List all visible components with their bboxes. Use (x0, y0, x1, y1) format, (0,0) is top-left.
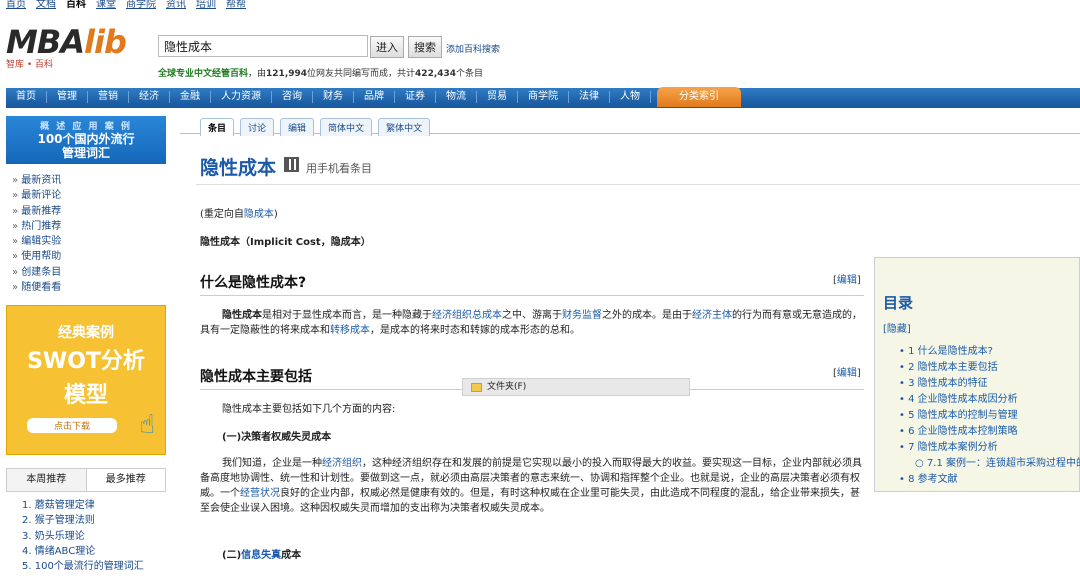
qr-code-icon[interactable] (284, 157, 299, 172)
nav-people[interactable]: 人物 (610, 90, 651, 103)
tab-most-recommend[interactable]: 最多推荐 (85, 469, 165, 491)
sidebar-link[interactable]: 热门推荐 (12, 219, 61, 234)
toc-item[interactable]: 8 参考文献 (899, 472, 1080, 488)
section-heading-what: 什么是隐性成本? (200, 275, 307, 291)
download-button[interactable]: 点击下载 (27, 418, 117, 433)
toc-title: 目录 (883, 294, 914, 312)
top-nav-help[interactable]: 帮帮 (226, 0, 246, 12)
subsection-heading: (二)信息失真成本 (222, 550, 302, 561)
sidebar-link[interactable]: 编辑实验 (12, 234, 61, 249)
top-nav-wiki[interactable]: 百科 (66, 0, 86, 12)
list-item[interactable]: 1. 蘑菇管理定律 (22, 498, 144, 513)
nav-marketing[interactable]: 营销 (88, 90, 129, 103)
top-nav-home[interactable]: 首页 (6, 0, 26, 12)
sidebar-link[interactable]: 创建条目 (12, 265, 61, 280)
top-nav-training[interactable]: 培训 (196, 0, 216, 12)
page-title: 隐性成本 (200, 157, 277, 179)
table-of-contents: 目录 [隐藏] 1 什么是隐性成本? 2 隐性成本主要包括 3 隐性成本的特征 … (874, 257, 1080, 492)
list-item[interactable]: 4. 情绪ABC理论 (22, 544, 144, 559)
list-item[interactable]: 5. 100个最流行的管理词汇 (22, 559, 144, 574)
folder-menu-item[interactable]: 文件夹(F) (462, 378, 690, 396)
section-divider (200, 295, 864, 296)
section-paragraph: 我们知道，企业是一种经济组织，这种经济组织存在和发展的前提是它实现以最小的投入而… (200, 458, 862, 514)
section-heading-includes: 隐性成本主要包括 (200, 369, 312, 385)
subsection-heading: (一)决策者权威失灵成本 (222, 432, 332, 443)
main-nav: 首页 管理 营销 经济 金融 人力资源 咨询 财务 品牌 证券 物流 贸易 商学… (6, 86, 1080, 108)
section-paragraph: 隐性成本是相对于显性成本而言，是一种隐藏于经济组织总成本之中、游离于财务监督之外… (200, 310, 862, 336)
add-search-link[interactable]: 添加百科搜索 (446, 42, 500, 55)
toc-item[interactable]: 4 企业隐性成本成因分析 (899, 392, 1080, 408)
toc-subitem[interactable]: 7.1 案例一：连锁超市采购过程中的隐性成本 (899, 456, 1080, 472)
mobile-view-link[interactable]: 用手机看条目 (306, 160, 372, 176)
top-nav-news[interactable]: 资讯 (166, 0, 186, 12)
sidebar-link[interactable]: 随便看看 (12, 280, 61, 295)
nav-economics[interactable]: 经济 (129, 90, 170, 103)
section-intro: 隐性成本主要包括如下几个方面的内容: (222, 404, 396, 415)
content-tabs: 条目 讨论 编辑 简体中文 繁体中文 (200, 118, 431, 136)
toc-item[interactable]: 7 隐性成本案例分析 (899, 440, 1080, 456)
redirect-link[interactable]: 隐成本 (244, 209, 274, 220)
sidebar-link[interactable]: 使用帮助 (12, 249, 61, 264)
toc-item[interactable]: 5 隐性成本的控制与管理 (899, 408, 1080, 424)
nav-logistics[interactable]: 物流 (436, 90, 477, 103)
redirect-note: (重定向自隐成本) (200, 209, 278, 220)
toc-item[interactable]: 3 隐性成本的特征 (899, 376, 1080, 392)
sidebar-banner-vocabulary[interactable]: 概 述 应 用 案 例 100个国内外流行 管理词汇 (6, 116, 166, 164)
top-nav-business-school[interactable]: 商学院 (126, 0, 156, 12)
nav-business-school[interactable]: 商学院 (518, 90, 569, 103)
nav-accounting[interactable]: 财务 (313, 90, 354, 103)
title-divider (196, 184, 1080, 185)
nav-consulting[interactable]: 咨询 (272, 90, 313, 103)
site-logo[interactable]: MBAlib 智库 • 百科 (6, 23, 146, 70)
sidebar-recommend-list: 1. 蘑菇管理定律 2. 猴子管理法则 3. 奶头乐理论 4. 情绪ABC理论 … (22, 498, 144, 574)
sidebar-banner-swot[interactable]: 经典案例 SWOT分析 模型 点击下载 ☝ (6, 305, 166, 455)
toc-item[interactable]: 2 隐性成本主要包括 (899, 360, 1080, 376)
nav-hr[interactable]: 人力资源 (211, 90, 272, 103)
list-item[interactable]: 3. 奶头乐理论 (22, 529, 144, 544)
nav-trade[interactable]: 贸易 (477, 90, 518, 103)
nav-securities[interactable]: 证券 (395, 90, 436, 103)
tab-simplified[interactable]: 简体中文 (320, 118, 373, 136)
top-nav-docs[interactable]: 文档 (36, 0, 56, 12)
search-button[interactable]: 搜索 (408, 36, 442, 58)
edit-link[interactable]: [编辑] (833, 271, 861, 286)
sidebar-link[interactable]: 最新评论 (12, 188, 61, 203)
article-subtitle: 隐性成本（Implicit Cost，隐成本） (200, 237, 371, 248)
top-nav-class[interactable]: 课堂 (96, 0, 116, 12)
nav-category-index[interactable]: 分类索引 (657, 86, 741, 107)
tab-entry[interactable]: 条目 (200, 118, 235, 136)
tab-traditional[interactable]: 繁体中文 (378, 118, 431, 136)
site-tagline: 全球专业中文经管百科，由121,994位网友共同编写而成，共计422,434个条… (158, 69, 484, 79)
tab-discussion[interactable]: 讨论 (240, 118, 275, 136)
tab-weekly-recommend[interactable]: 本周推荐 (7, 469, 86, 491)
toc-items: 1 什么是隐性成本? 2 隐性成本主要包括 3 隐性成本的特征 4 企业隐性成本… (899, 344, 1080, 488)
tab-edit[interactable]: 编辑 (280, 118, 315, 136)
nav-finance[interactable]: 金融 (170, 90, 211, 103)
search-input[interactable] (158, 35, 368, 57)
nav-law[interactable]: 法律 (569, 90, 610, 103)
sidebar-links: 最新资讯 最新评论 最新推荐 热门推荐 编辑实验 使用帮助 创建条目 随便看看 (12, 173, 61, 295)
edit-link[interactable]: [编辑] (833, 364, 861, 379)
toc-hide-link[interactable]: [隐藏] (883, 320, 911, 335)
sidebar-tabs: 本周推荐 最多推荐 (6, 468, 166, 492)
toc-item[interactable]: 1 什么是隐性成本? (899, 344, 1080, 360)
top-nav: 首页 文档 百科 课堂 商学院 资讯 培训 帮帮 (6, 0, 246, 12)
sidebar-link[interactable]: 最新资讯 (12, 173, 61, 188)
sidebar-link[interactable]: 最新推荐 (12, 204, 61, 219)
nav-brand[interactable]: 品牌 (354, 90, 395, 103)
logo-wordmark: MBAlib (6, 23, 127, 61)
tap-hand-icon: ☝ (139, 410, 155, 440)
toc-item[interactable]: 6 企业隐性成本控制策略 (899, 424, 1080, 440)
nav-home[interactable]: 首页 (6, 90, 47, 103)
list-item[interactable]: 2. 猴子管理法则 (22, 513, 144, 528)
nav-management[interactable]: 管理 (47, 90, 88, 103)
logo-subtitle: 智库 • 百科 (6, 60, 54, 70)
enter-button[interactable]: 进入 (370, 36, 404, 58)
